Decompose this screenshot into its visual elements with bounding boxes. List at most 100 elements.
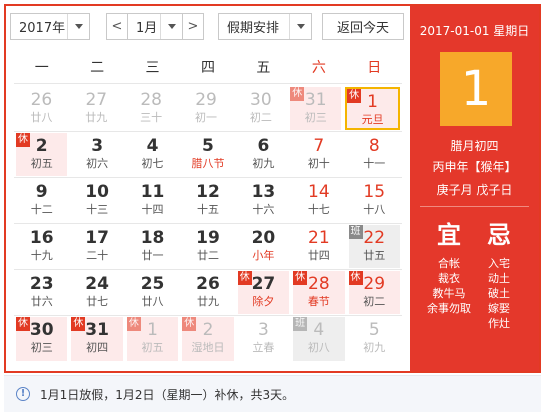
day-cell[interactable]: 休 1 初五: [126, 317, 179, 361]
day-cell[interactable]: 26 廿八: [16, 87, 67, 130]
day-cell[interactable]: 6 初九: [238, 133, 289, 176]
ji-item: 作灶: [488, 317, 510, 330]
month-select[interactable]: 1月: [128, 13, 182, 40]
back-to-today-label: 返回今天: [336, 21, 389, 36]
day-cell[interactable]: 班 4 初八: [293, 317, 345, 361]
lunar-label: 初九: [252, 157, 275, 170]
holiday-select[interactable]: 假期安排: [218, 13, 312, 40]
weekday-sun: 日: [367, 60, 382, 76]
day-number: 23: [29, 274, 54, 294]
year-select[interactable]: 2017年: [10, 13, 90, 40]
day-cell[interactable]: 18 廿一: [127, 225, 178, 268]
divider: [420, 206, 529, 207]
calendar-grid: 26 廿八 27 廿九 28 三十 29 初一 30 初二休 31 初三休 1 元旦休 2 初五 3 初六 4 初七 5…: [14, 86, 402, 362]
day-cell[interactable]: 3 立春: [238, 317, 289, 361]
lunar-label: 廿四: [307, 249, 330, 262]
day-cell[interactable]: 24 廿七: [71, 271, 122, 314]
day-number: 26: [30, 90, 53, 110]
day-cell[interactable]: 16 十九: [16, 225, 67, 268]
lunar-label: 廿六: [30, 295, 53, 308]
lunar-label: 初二: [363, 295, 386, 308]
yi-item: 余事勿取: [427, 302, 471, 315]
day-cell[interactable]: 3 初六: [71, 133, 122, 176]
lunar-label: 初七: [141, 157, 164, 170]
day-cell[interactable]: 11 十四: [127, 179, 178, 222]
day-number: 19: [196, 228, 220, 248]
day-cell[interactable]: 5 初九: [349, 317, 400, 361]
lunar-label: 初三: [30, 341, 53, 354]
holiday-badge: 休: [71, 317, 86, 331]
day-cell[interactable]: 班 22 廿五: [348, 225, 400, 268]
selected-date: 2017-01-01 星期日: [419, 24, 530, 38]
day-cell[interactable]: 28 三十: [126, 87, 177, 130]
yi-list: 宜 合帐 裁衣 教牛马 余事勿取: [424, 220, 474, 316]
big-day-number: 1: [440, 52, 512, 126]
day-cell[interactable]: 休 2 初五: [16, 133, 68, 176]
day-cell[interactable]: 休 2 湿地日: [182, 317, 234, 361]
day-cell[interactable]: 25 廿八: [127, 271, 178, 314]
back-to-today-button[interactable]: 返回今天: [322, 13, 404, 40]
next-month-button[interactable]: >: [182, 13, 204, 40]
lunar-label: 十一: [363, 157, 386, 170]
info-icon: !: [16, 387, 30, 401]
year-select-label: 2017年: [19, 21, 66, 36]
day-cell[interactable]: 13 十六: [238, 179, 289, 222]
day-cell[interactable]: 27 廿九: [71, 87, 122, 130]
lunar-label: 十八: [363, 203, 386, 216]
day-number: 30: [250, 90, 272, 110]
lunar-label: 十六: [252, 203, 275, 216]
lunar-label: 廿九: [196, 295, 219, 308]
day-cell[interactable]: 14 十七: [293, 179, 344, 222]
day-number: 12: [196, 182, 220, 202]
day-cell[interactable]: 26 廿九: [182, 271, 233, 314]
day-number: 14: [308, 182, 330, 202]
lunar-label: 十九: [30, 249, 53, 262]
lunar-label: 春节: [307, 295, 330, 308]
day-cell[interactable]: 15 十八: [349, 179, 400, 222]
day-cell[interactable]: 17 二十: [71, 225, 122, 268]
day-cell[interactable]: 12 十五: [182, 179, 233, 222]
day-cell[interactable]: 7 初十: [293, 133, 344, 176]
lunar-label: 十三: [86, 203, 109, 216]
day-cell[interactable]: 休 28 春节: [293, 271, 345, 314]
day-number: 28: [140, 90, 162, 110]
lunar-label: 元旦: [361, 113, 384, 126]
day-cell[interactable]: 休 29 初二: [348, 271, 400, 314]
weekday-sat: 六: [311, 60, 326, 76]
day-cell[interactable]: 休 27 除夕: [237, 271, 290, 314]
day-cell[interactable]: 29 初一: [181, 87, 232, 130]
week-row: 16 十九 17 二十 18 廿一 19 廿二 20 小年 21 廿四班 22 廿五: [14, 224, 402, 270]
day-cell[interactable]: 4 初七: [127, 133, 178, 176]
day-cell[interactable]: 23 廿六: [16, 271, 67, 314]
day-number: 29: [195, 90, 217, 110]
prev-month-button[interactable]: <: [106, 13, 128, 40]
day-cell[interactable]: 休 1 元旦: [345, 87, 401, 130]
day-cell[interactable]: 20 小年: [238, 225, 289, 268]
day-number: 5: [202, 136, 214, 156]
day-cell[interactable]: 9 十二: [16, 179, 67, 222]
day-cell[interactable]: 21 廿四: [293, 225, 344, 268]
day-number: 20: [251, 228, 276, 248]
day-cell[interactable]: 10 十三: [71, 179, 122, 222]
ganzhi-year: 丙申年【猴年】: [432, 160, 517, 174]
day-number: 24: [85, 274, 109, 294]
holiday-badge: 休: [16, 133, 30, 147]
day-cell[interactable]: 5 腊八节: [182, 133, 233, 176]
day-detail-panel: 2017-01-01 星期日 1 腊月初四 丙申年【猴年】 庚子月 戊子日 宜 …: [410, 6, 539, 371]
day-number: 8: [368, 136, 380, 156]
lunar-label: 廿七: [86, 295, 109, 308]
lunar-label: 小年: [252, 249, 275, 262]
day-cell[interactable]: 30 初二: [235, 87, 286, 130]
day-cell[interactable]: 8 十一: [349, 133, 400, 176]
lunar-label: 十二: [30, 203, 53, 216]
day-number: 25: [140, 274, 165, 294]
day-number: 15: [363, 182, 386, 202]
day-number: 3: [257, 320, 269, 340]
day-cell[interactable]: 19 廿二: [182, 225, 233, 268]
day-cell[interactable]: 休 31 初三: [290, 87, 342, 130]
weekday-header: 一 二 三 四 五 六 日: [14, 52, 402, 84]
day-cell[interactable]: 休 30 初三: [16, 317, 68, 361]
day-cell[interactable]: 休 31 初四: [71, 317, 123, 361]
day-number: 21: [308, 228, 330, 248]
lunar-label: 初九: [363, 341, 386, 354]
